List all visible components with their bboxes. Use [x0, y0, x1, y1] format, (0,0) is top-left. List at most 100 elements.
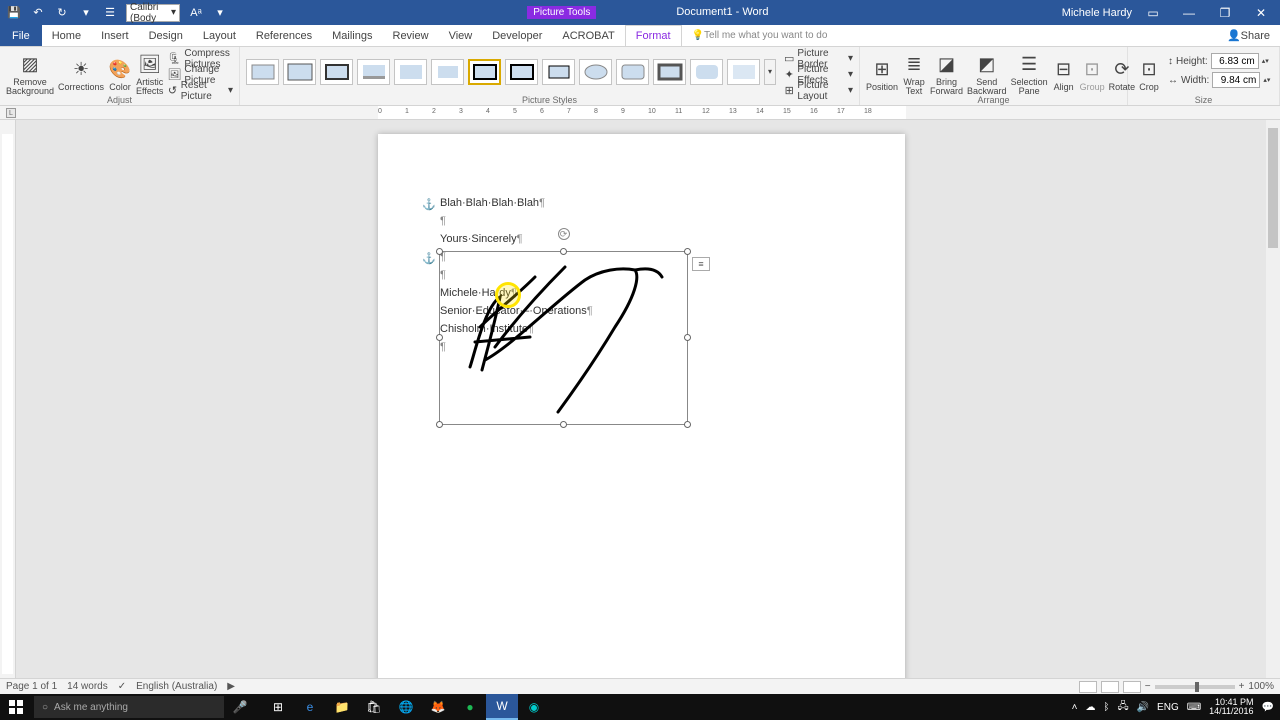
- remove-background-button[interactable]: ▨Remove Background: [6, 49, 54, 99]
- resize-handle[interactable]: [560, 248, 567, 255]
- tab-references[interactable]: References: [246, 25, 322, 46]
- crop-button[interactable]: ⊡Crop: [1134, 49, 1164, 99]
- tab-layout[interactable]: Layout: [193, 25, 246, 46]
- font-combo[interactable]: Calibri (Body▾: [126, 4, 180, 22]
- send-backward-button[interactable]: ◩Send Backward: [967, 49, 1007, 99]
- language-indicator[interactable]: ENG: [1157, 702, 1179, 713]
- file-tab[interactable]: File: [0, 25, 42, 46]
- bluetooth-icon[interactable]: ᛒ: [1103, 702, 1109, 713]
- artistic-effects-button[interactable]: 🖼Artistic Effects: [136, 49, 163, 99]
- word-count[interactable]: 14 words: [67, 681, 108, 692]
- resize-handle[interactable]: [684, 248, 691, 255]
- horizontal-ruler[interactable]: L /*no-op*/ 0123456789101112131415161718: [0, 106, 1280, 120]
- selection-pane-button[interactable]: ☰Selection Pane: [1011, 49, 1048, 99]
- height-label: Height:: [1176, 56, 1208, 67]
- ribbon-options-icon[interactable]: ▭: [1138, 0, 1168, 25]
- adjust-group-label: Adjust: [0, 95, 239, 105]
- clock[interactable]: 10:41 PM 14/11/2016: [1209, 698, 1253, 716]
- corrections-button[interactable]: ☀Corrections: [58, 49, 104, 99]
- height-input[interactable]: [1211, 53, 1259, 69]
- restore-icon[interactable]: ❐: [1210, 0, 1240, 25]
- spell-check-icon[interactable]: ✓: [118, 681, 126, 692]
- layout-options-button[interactable]: ≡: [692, 257, 710, 271]
- tab-design[interactable]: Design: [139, 25, 193, 46]
- arrange-group-label: Arrange: [860, 95, 1127, 105]
- save-icon[interactable]: 💾: [6, 5, 22, 21]
- macro-icon[interactable]: ▶: [227, 681, 235, 692]
- vertical-scrollbar[interactable]: [1266, 120, 1280, 694]
- user-name: Michele Hardy: [1062, 7, 1132, 19]
- align-button[interactable]: ⊟Align: [1052, 49, 1076, 99]
- read-mode-button[interactable]: [1079, 681, 1097, 693]
- word-icon[interactable]: W: [486, 694, 518, 720]
- signature-image: [440, 252, 689, 426]
- customize-qat-icon[interactable]: ▾: [78, 5, 94, 21]
- undo-icon[interactable]: ↶: [30, 5, 46, 21]
- zoom-slider[interactable]: [1155, 685, 1235, 689]
- qat-more-icon[interactable]: ▾: [212, 5, 228, 21]
- wrap-text-button[interactable]: ≣Wrap Text: [902, 49, 926, 99]
- vertical-ruler[interactable]: [0, 120, 16, 694]
- tab-home[interactable]: Home: [42, 25, 91, 46]
- chrome-icon[interactable]: 🌐: [390, 694, 422, 720]
- action-center-icon[interactable]: 💬: [1262, 702, 1274, 713]
- anchor-icon: ⚓: [422, 196, 436, 214]
- onedrive-icon[interactable]: ☁: [1085, 702, 1095, 713]
- edge-icon[interactable]: e: [294, 694, 326, 720]
- cortana-search[interactable]: ○ Ask me anything: [34, 696, 224, 718]
- selected-picture[interactable]: ⟳ ≡: [439, 251, 688, 425]
- close-icon[interactable]: ✕: [1246, 0, 1276, 25]
- resize-handle[interactable]: [436, 248, 443, 255]
- tab-review[interactable]: Review: [383, 25, 439, 46]
- styles-icon[interactable]: Aᵃ: [188, 5, 204, 21]
- firefox-icon[interactable]: 🦊: [422, 694, 454, 720]
- web-layout-button[interactable]: [1123, 681, 1141, 693]
- task-view-icon[interactable]: ⊞: [262, 694, 294, 720]
- tab-view[interactable]: View: [439, 25, 483, 46]
- zoom-out-button[interactable]: −: [1145, 681, 1151, 692]
- resize-handle[interactable]: [560, 421, 567, 428]
- network-icon[interactable]: 🖧: [1117, 699, 1128, 716]
- resize-handle[interactable]: [684, 421, 691, 428]
- tab-acrobat[interactable]: ACROBAT: [552, 25, 624, 46]
- resize-handle[interactable]: [684, 334, 691, 341]
- spotify-icon[interactable]: ●: [454, 694, 486, 720]
- width-input[interactable]: [1212, 72, 1260, 88]
- color-button[interactable]: 🎨Color: [108, 49, 132, 99]
- bring-forward-button[interactable]: ◪Bring Forward: [930, 49, 963, 99]
- volume-icon[interactable]: 🔊: [1137, 702, 1149, 713]
- height-icon: ↕: [1168, 56, 1173, 67]
- redo-icon[interactable]: ↻: [54, 5, 70, 21]
- tell-me-search[interactable]: 💡 Tell me what you want to do: [682, 25, 1217, 46]
- page[interactable]: ⚓Blah·Blah·Blah·Blah¶ ¶ Yours·Sincerely¶…: [378, 134, 905, 694]
- para-text: Blah·Blah·Blah·Blah: [440, 197, 539, 209]
- touch-mode-icon[interactable]: ☰: [102, 5, 118, 21]
- zoom-level[interactable]: 100%: [1248, 681, 1274, 692]
- keyboard-icon[interactable]: ⌨: [1187, 702, 1201, 713]
- print-layout-button[interactable]: [1101, 681, 1119, 693]
- zoom-in-button[interactable]: +: [1239, 681, 1245, 692]
- resize-handle[interactable]: [436, 334, 443, 341]
- minimize-icon[interactable]: —: [1174, 0, 1204, 25]
- start-button[interactable]: [0, 694, 32, 720]
- app-icon[interactable]: ◉: [518, 694, 550, 720]
- width-icon: ↔: [1168, 75, 1178, 86]
- tab-developer[interactable]: Developer: [482, 25, 552, 46]
- tab-selector[interactable]: L: [6, 108, 16, 118]
- resize-handle[interactable]: [436, 421, 443, 428]
- cortana-mic-icon[interactable]: 🎤: [224, 694, 256, 720]
- share-button[interactable]: 👤 Share: [1217, 25, 1280, 46]
- picture-styles-gallery[interactable]: ▾: [246, 49, 776, 94]
- file-explorer-icon[interactable]: 📁: [326, 694, 358, 720]
- page-status[interactable]: Page 1 of 1: [6, 681, 57, 692]
- tab-insert[interactable]: Insert: [91, 25, 139, 46]
- para-text: Yours·Sincerely: [440, 233, 517, 245]
- rotate-handle[interactable]: ⟳: [558, 228, 570, 240]
- store-icon[interactable]: 🛍: [358, 694, 390, 720]
- tray-up-icon[interactable]: ˄: [1072, 702, 1078, 713]
- position-button[interactable]: ⊞Position: [866, 49, 898, 99]
- language-status[interactable]: English (Australia): [136, 681, 217, 692]
- tab-mailings[interactable]: Mailings: [322, 25, 382, 46]
- group-button[interactable]: ⊡Group: [1080, 49, 1105, 99]
- tab-format[interactable]: Format: [625, 25, 682, 46]
